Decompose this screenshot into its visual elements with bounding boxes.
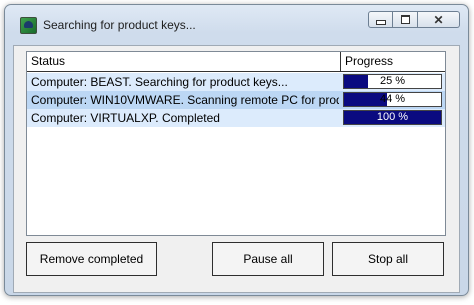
- progress-percent-label: 100 %: [376, 111, 409, 123]
- close-icon: ✕: [433, 12, 444, 27]
- column-header-status[interactable]: Status: [27, 52, 341, 71]
- progress-bar: 25 %: [343, 74, 442, 89]
- close-button[interactable]: ✕: [418, 11, 460, 28]
- stop-all-button[interactable]: Stop all: [332, 242, 444, 276]
- maximize-icon: [400, 15, 410, 24]
- progress-bar: 44 %: [343, 92, 442, 107]
- caption-buttons: ✕: [368, 11, 460, 28]
- column-header-progress[interactable]: Progress: [341, 52, 445, 71]
- row-status-text: Computer: BEAST. Searching for product k…: [31, 75, 288, 89]
- scan-list[interactable]: Status Progress Computer: BEAST. Searchi…: [26, 51, 446, 236]
- title-bar[interactable]: Searching for product keys... ✕: [5, 5, 468, 35]
- maximize-button[interactable]: [393, 11, 418, 28]
- window-title: Searching for product keys...: [43, 18, 196, 32]
- list-row[interactable]: Computer: WIN10VMWARE. Scanning remote P…: [27, 91, 445, 109]
- list-row[interactable]: Computer: VIRTUALXP. Completed 100 %: [27, 109, 445, 127]
- progress-percent-label: 25 %: [379, 75, 406, 87]
- row-status-text: Computer: WIN10VMWARE. Scanning remote P…: [31, 93, 339, 107]
- row-status-text: Computer: VIRTUALXP. Completed: [31, 111, 220, 125]
- minimize-icon: [375, 20, 386, 25]
- dialog-client-area: Status Progress Computer: BEAST. Searchi…: [13, 45, 460, 293]
- minimize-button[interactable]: [368, 11, 393, 28]
- dialog-window: Searching for product keys... ✕ Status P…: [4, 4, 469, 296]
- list-header: Status Progress: [27, 52, 445, 72]
- remove-completed-button[interactable]: Remove completed: [26, 242, 157, 276]
- progress-percent-label: 44 %: [379, 93, 406, 105]
- app-icon: [20, 17, 37, 34]
- progress-bar: 100 %: [343, 110, 442, 125]
- list-row[interactable]: Computer: BEAST. Searching for product k…: [27, 73, 445, 91]
- pause-all-button[interactable]: Pause all: [212, 242, 324, 276]
